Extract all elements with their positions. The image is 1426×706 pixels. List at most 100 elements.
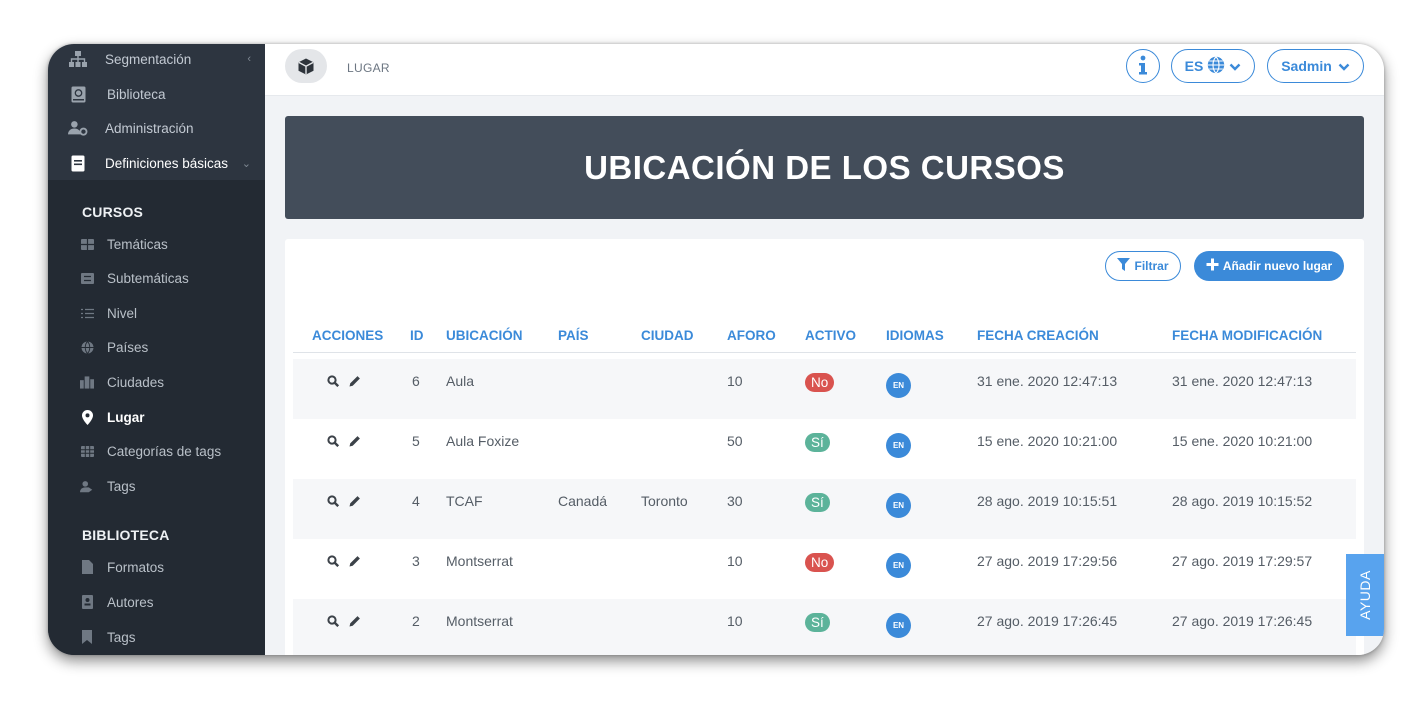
cell-aforo: 50 — [727, 433, 743, 449]
sidebar-item-label: Ciudades — [107, 374, 165, 390]
cell-ubicacion: Aula — [446, 373, 475, 389]
sidebar-item-label: Formatos — [107, 559, 165, 575]
row-actions — [327, 614, 361, 632]
user-menu-button[interactable]: Sadmin — [1267, 49, 1364, 83]
cell-ubicacion: TCAF — [446, 493, 483, 509]
cell-fecha-creacion: 15 ene. 2020 10:21:00 — [977, 433, 1118, 449]
sidebar-item-tematicas[interactable]: Temáticas — [48, 229, 265, 259]
bookmark-icon — [80, 630, 94, 644]
sidebar-item-autores[interactable]: Autores — [48, 587, 265, 617]
cell-aforo: 10 — [727, 373, 743, 389]
info-button[interactable] — [1126, 49, 1160, 83]
user-name: Sadmin — [1281, 58, 1332, 74]
plus-icon — [1206, 258, 1219, 274]
table-icon — [80, 237, 94, 251]
sidebar-item-paises[interactable]: Países — [48, 332, 265, 362]
sidebar-item-subtematicas[interactable]: Subtemáticas — [48, 263, 265, 293]
row-actions — [327, 554, 361, 572]
row-actions — [327, 494, 361, 512]
filter-icon — [1117, 258, 1131, 274]
sidebar-item-nivel[interactable]: Nivel — [48, 298, 265, 328]
pencil-icon[interactable] — [349, 554, 361, 572]
pencil-icon[interactable] — [349, 494, 361, 512]
search-icon[interactable] — [327, 614, 340, 632]
cell-fecha-creacion: 27 ago. 2019 17:29:56 — [977, 553, 1118, 569]
cube-icon — [285, 49, 327, 83]
sidebar-item-segmentacion[interactable]: Segmentación ‹ — [48, 44, 265, 76]
column-header-ciudad[interactable]: CIUDAD — [641, 328, 694, 343]
language-code: ES — [1184, 58, 1204, 74]
cell-fecha-modificacion: 15 ene. 2020 10:21:00 — [1172, 433, 1313, 449]
column-header-aforo[interactable]: AFORO — [727, 328, 776, 343]
filter-button[interactable]: Filtrar — [1105, 251, 1181, 281]
cell-ciudad: Toronto — [641, 493, 688, 509]
sidebar-item-ciudades[interactable]: Ciudades — [48, 367, 265, 397]
status-badge: Sí — [805, 613, 830, 632]
add-label: Añadir nuevo lugar — [1222, 259, 1333, 273]
sidebar-item-label: Categorías de tags — [107, 443, 222, 459]
cell-aforo: 10 — [727, 553, 743, 569]
search-icon[interactable] — [327, 434, 340, 452]
column-header-idiomas[interactable]: IDIOMAS — [886, 328, 944, 343]
sidebar-item-lugar[interactable]: Lugar — [48, 402, 265, 432]
sidebar-item-label: Lugar — [107, 409, 145, 425]
sidebar-item-administracion[interactable]: Administración — [48, 111, 265, 145]
page-title: UBICACIÓN DE LOS CURSOS — [584, 148, 1065, 186]
cell-fecha-modificacion: 31 ene. 2020 12:47:13 — [1172, 373, 1313, 389]
language-badge: EN — [886, 493, 911, 518]
status-badge: No — [805, 553, 835, 572]
table-row: 2 Montserrat 10 Sí EN 27 ago. 2019 17:26… — [293, 599, 1356, 655]
sidebar-item-label: Biblioteca — [107, 86, 166, 102]
chevron-down-icon — [1338, 58, 1350, 74]
sidebar-item-categorias-tags[interactable]: Categorías de tags — [48, 436, 265, 466]
list-icon — [80, 306, 94, 320]
column-header-activo[interactable]: ACTIVO — [805, 328, 856, 343]
cell-id: 2 — [412, 613, 420, 629]
add-location-button[interactable]: Añadir nuevo lugar — [1194, 251, 1344, 281]
search-icon[interactable] — [327, 554, 340, 572]
sidebar-item-biblioteca-tags[interactable]: Tags — [48, 622, 265, 652]
sidebar-item-tags[interactable]: Tags — [48, 471, 265, 501]
search-icon[interactable] — [327, 374, 340, 392]
sitemap-icon — [68, 50, 88, 68]
map-marker-icon — [80, 409, 94, 425]
app-window: Segmentación ‹ Biblioteca Administración… — [48, 44, 1384, 655]
sidebar-item-formatos[interactable]: Formatos — [48, 552, 265, 582]
pencil-icon[interactable] — [349, 374, 361, 392]
help-tab[interactable]: AYUDA — [1346, 554, 1384, 636]
pencil-icon[interactable] — [349, 434, 361, 452]
sidebar-item-label: Subtemáticas — [107, 270, 189, 286]
sidebar-item-label: Nivel — [107, 305, 138, 321]
search-icon[interactable] — [327, 494, 340, 512]
submenu-definiciones-basicas: CURSOS Temáticas Subtemáticas Nivel País… — [48, 180, 265, 655]
column-header-fecha-modificacion[interactable]: FECHA MODIFICACIÓN — [1172, 328, 1322, 343]
column-header-acciones[interactable]: ACCIONES — [312, 328, 383, 343]
status-badge: No — [805, 373, 835, 392]
help-label: AYUDA — [1357, 570, 1374, 620]
cell-ubicacion: Aula Foxize — [446, 433, 520, 449]
column-header-pais[interactable]: PAÍS — [558, 328, 589, 343]
language-selector[interactable]: ES — [1171, 49, 1255, 83]
sidebar-item-definiciones-basicas[interactable]: Definiciones básicas ⌄ — [48, 146, 265, 180]
cell-ubicacion: Montserrat — [446, 613, 513, 629]
filter-label: Filtrar — [1134, 259, 1169, 273]
cell-aforo: 10 — [727, 613, 743, 629]
user-gear-icon — [68, 119, 88, 137]
sidebar-item-label: Temáticas — [107, 236, 168, 252]
cell-fecha-modificacion: 28 ago. 2019 10:15:52 — [1172, 493, 1313, 509]
grid-icon — [80, 444, 94, 458]
sidebar-item-label: Segmentación — [105, 51, 192, 67]
sidebar-item-label: Definiciones básicas — [105, 155, 229, 171]
column-header-id[interactable]: ID — [410, 328, 424, 343]
chevron-left-icon: ‹ — [247, 53, 251, 65]
info-icon — [1138, 55, 1148, 78]
sidebar-item-biblioteca[interactable]: Biblioteca — [48, 77, 265, 111]
cell-fecha-modificacion: 27 ago. 2019 17:26:45 — [1172, 613, 1313, 629]
column-header-ubicacion[interactable]: UBICACIÓN — [446, 328, 523, 343]
cell-aforo: 30 — [727, 493, 743, 509]
sidebar: Segmentación ‹ Biblioteca Administración… — [48, 44, 265, 655]
table-header: ACCIONES ID UBICACIÓN PAÍS CIUDAD AFORO … — [293, 319, 1356, 353]
pencil-icon[interactable] — [349, 614, 361, 632]
status-badge: Sí — [805, 433, 830, 452]
column-header-fecha-creacion[interactable]: FECHA CREACIÓN — [977, 328, 1099, 343]
